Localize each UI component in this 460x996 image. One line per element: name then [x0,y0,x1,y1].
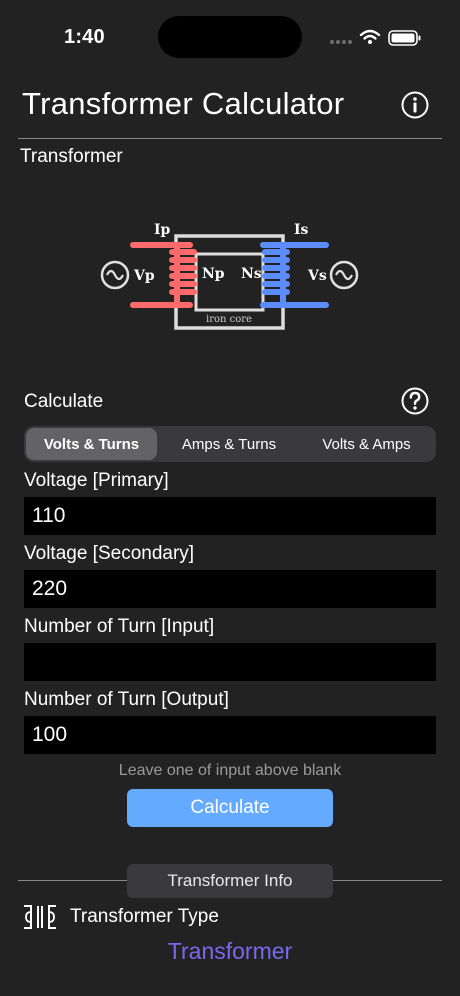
ac-source-primary-icon [100,260,130,290]
cellular-signal-icon [330,40,352,44]
voltage-secondary-input[interactable] [24,570,436,608]
battery-icon [388,30,421,46]
question-icon [401,387,429,415]
tab-volts-amps[interactable]: Volts & Amps [299,428,434,460]
transformer-info-tab[interactable]: Transformer Info [127,864,333,898]
input-hint: Leave one of input above blank [118,762,342,779]
voltage-secondary-label: Voltage [Secondary] [24,543,195,564]
dynamic-island [158,16,302,58]
turns-output-label: Number of Turn [Output] [24,689,229,710]
turns-output-field[interactable] [24,716,436,754]
calculate-section-label: Calculate [24,391,104,412]
wifi-icon [359,29,381,40]
ns-label: Ns [241,266,262,282]
tab-volts-turns[interactable]: Volts & Turns [26,428,157,460]
info-icon [401,91,429,119]
vp-label: Vp [133,268,155,284]
voltage-primary-input[interactable] [24,497,436,535]
help-button[interactable] [400,386,430,416]
page-title: Transformer Calculator [22,86,345,121]
ip-label: Ip [154,222,171,238]
status-icons [326,26,426,50]
info-button[interactable] [400,90,430,120]
header-divider [18,138,442,139]
calculation-mode-segmented-control: Volts & Turns Amps & Turns Volts & Amps [24,426,436,462]
transformer-symbol-icon [22,904,58,930]
diagram-section-label: Transformer [20,146,123,167]
tab-amps-turns[interactable]: Amps & Turns [161,428,297,460]
status-time: 1:40 [64,26,105,48]
np-label: Np [202,266,225,282]
vs-label: Vs [307,268,327,284]
turns-input-label: Number of Turn [Input] [24,616,215,637]
transformer-type-label: Transformer Type [70,906,219,927]
is-label: Is [294,222,309,238]
core-label: iron core [206,314,252,325]
transformer-diagram: iron core Ip Is Vp Vs Np Ns [98,214,362,336]
ac-source-secondary-icon [329,260,359,290]
calculate-button[interactable]: Calculate [127,789,333,827]
turns-input-field[interactable] [24,643,436,681]
transformer-type-value[interactable]: Transformer [0,938,460,965]
voltage-primary-label: Voltage [Primary] [24,470,169,491]
